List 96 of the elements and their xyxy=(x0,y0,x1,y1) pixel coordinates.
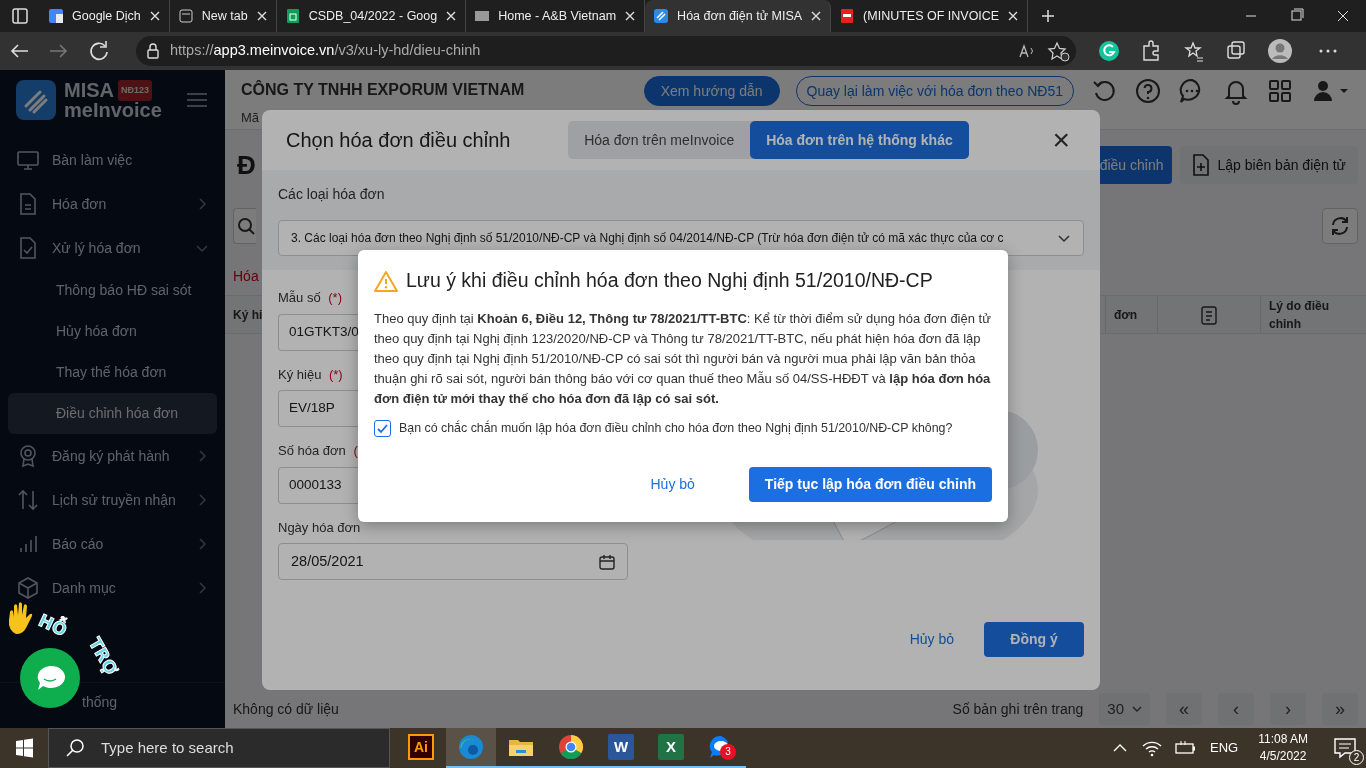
word-icon: W xyxy=(608,734,634,760)
dialog-tab[interactable]: Hóa đơn trên meInvoice xyxy=(568,121,751,159)
per-page-select[interactable]: 30 xyxy=(1099,693,1150,725)
notification-count: 2 xyxy=(1349,750,1364,765)
tax-code-label: Mã xyxy=(241,109,261,127)
sidebar-item[interactable]: Đăng ký phát hành xyxy=(0,434,225,478)
spreadsheet-icon: X xyxy=(658,734,684,760)
sidebar-item[interactable]: Báo cáo xyxy=(0,522,225,566)
guide-button[interactable]: Xem hướng dẫn xyxy=(643,76,780,106)
logo-name: MISA xyxy=(64,81,114,100)
close-icon[interactable] xyxy=(255,10,268,22)
sidebar-item[interactable]: Hóa đơn xyxy=(0,182,225,226)
address-bar[interactable]: https://app3.meinvoice.vn/v3/xu-ly-hd/dieu-chinh xyxy=(136,36,1076,66)
taskbar-app[interactable]: Ai xyxy=(396,728,446,768)
search-icon xyxy=(65,738,85,758)
checkbox[interactable] xyxy=(374,420,391,438)
sidebar-item[interactable]: Lịch sử truyền nhận xyxy=(0,478,225,522)
close-icon[interactable] xyxy=(810,10,823,22)
page-title: Đ xyxy=(236,148,256,182)
favicon-icon xyxy=(474,8,491,24)
taskbar-search-field[interactable]: Type here to search xyxy=(48,728,390,768)
notifications-icon[interactable] xyxy=(1332,735,1358,761)
company-name: CÔNG TY TNHH EXPORUM VIETNAM xyxy=(241,79,525,100)
field-label: Mẫu số (*) xyxy=(278,289,342,307)
submenu-item[interactable]: Hủy hóa đơn xyxy=(8,311,217,352)
favicon-icon xyxy=(48,8,64,24)
support-label: HỖ xyxy=(35,610,70,641)
browser-icon xyxy=(457,733,485,761)
dialog-title: Chọn hóa đơn điều chỉnh xyxy=(286,128,511,153)
pager-button[interactable]: ‹ xyxy=(1218,693,1254,725)
column-header: Lý do điều chỉnh xyxy=(1269,297,1330,333)
search-field[interactable] xyxy=(233,208,256,244)
logo-icon xyxy=(16,80,56,120)
clock-time[interactable]: 11:08 AM xyxy=(1258,731,1308,748)
language-indicator[interactable]: ENG xyxy=(1206,738,1243,758)
empty-message: Không có dữ liệu xyxy=(233,699,339,719)
field-label: Các loại hóa đơn xyxy=(278,185,386,204)
close-icon[interactable] xyxy=(148,10,161,22)
close-icon[interactable] xyxy=(1007,10,1020,22)
arrows-icon xyxy=(16,488,40,512)
taskbar-app[interactable]: W xyxy=(596,728,646,768)
apps-grid-icon[interactable] xyxy=(1266,77,1294,105)
per-page-label: Số bản ghi trên trang xyxy=(952,699,1084,719)
pager-button[interactable]: › xyxy=(1270,693,1306,725)
refresh-icon xyxy=(1329,215,1351,237)
document-icon xyxy=(1201,304,1217,325)
sidebar-item[interactable]: Xử lý hóa đơn xyxy=(0,226,225,270)
submenu-item[interactable]: Thay thế hóa đơn xyxy=(8,352,217,393)
cancel-button[interactable]: Hủy bỏ xyxy=(903,627,960,651)
taskbar-app[interactable]: 3 xyxy=(696,728,746,768)
refresh-button[interactable] xyxy=(1322,208,1358,244)
continue-button[interactable]: Tiếp tục lập hóa đơn điều chỉnh xyxy=(748,467,992,502)
warning-message: Theo quy định tại Khoản 6, Điều 12, Thông tư 78/2021/TT-BTC: Kể từ thời điểm sử dụng hóa đơn điện tử theo quy định tại Nghị định 123/2020/NĐ-CP và Thông tư 78/2021/TT-BTC, nếu phát hiện hóa đơn đã lập theo quy định tại Nghị định 51/2010/NĐ-CP có sai sót thì người bán và người mua phải lập văn bản thỏa thuận ghi rõ sai sót, người bán thông báo với cơ quan thuế theo Mẫu số 04/SS-HĐĐT và lập hóa đơn hóa đơn điện tử mới thay thế cho hóa đơn đã lập có sai sót. xyxy=(374,310,992,409)
dialog-tab[interactable]: Hóa đơn trên hệ thống khác xyxy=(750,121,969,159)
search-icon xyxy=(237,217,255,235)
favicon-icon xyxy=(839,8,856,24)
field-label: Ngày hóa đơn xyxy=(278,518,361,537)
calendar-icon xyxy=(599,553,615,570)
favicon-icon xyxy=(177,8,194,24)
submenu-item[interactable]: Điều chỉnh hóa đơn xyxy=(8,393,217,434)
checkbox-label: Bạn có chắc chắn muốn lập hóa đơn điều chỉnh cho hóa đơn theo Nghị định 51/2010/NĐ-CP không? xyxy=(399,419,953,438)
submenu-item[interactable]: Thông báo HĐ sai sót xyxy=(8,270,217,311)
confirm-button[interactable]: Đồng ý xyxy=(984,621,1084,657)
sidebar-item[interactable]: Danh mục xyxy=(0,566,225,610)
close-icon[interactable] xyxy=(445,10,458,22)
pager-button[interactable]: « xyxy=(1166,693,1202,725)
cancel-button[interactable]: Hủy bỏ xyxy=(644,473,701,496)
favicon-icon xyxy=(284,8,301,24)
list-tab[interactable]: Hóa xyxy=(233,266,259,287)
pager-button[interactable]: » xyxy=(1322,693,1358,725)
browser-tab[interactable]: Hóa đơn điện tử MISA xyxy=(645,0,832,32)
taskbar-app[interactable] xyxy=(446,728,496,768)
date-field[interactable]: 28/05/2021 xyxy=(278,543,628,580)
clock-date[interactable]: 4/5/2022 xyxy=(1259,748,1307,765)
file-plus-icon xyxy=(1191,154,1210,176)
logo-subtitle: meInvoice xyxy=(64,101,162,120)
dialog-title: Lưu ý khi điều chỉnh hóa đơn theo Nghị định 51/2010/NĐ-CP xyxy=(406,268,933,293)
sidebar-item[interactable]: Bàn làm việc xyxy=(0,138,225,182)
caret-icon xyxy=(1132,704,1142,714)
close-icon[interactable] xyxy=(624,10,637,22)
field-label: Ký hiệu (*) xyxy=(278,365,343,384)
cube-icon xyxy=(16,576,40,600)
column-header: đơn xyxy=(1114,306,1138,324)
monitor-icon xyxy=(16,148,40,172)
switch-button[interactable]: Quay lại làm việc với hóa đơn theo NĐ51 xyxy=(795,76,1074,106)
warning-icon xyxy=(374,269,398,292)
illustrator-icon: Ai xyxy=(408,734,434,760)
close-button[interactable]: × xyxy=(1046,124,1076,156)
logo-badge: NĐ123 xyxy=(118,80,152,101)
create-record-button[interactable]: Lập biên bản điện tử xyxy=(1179,146,1358,184)
browser-icon xyxy=(557,733,585,761)
favicon-icon xyxy=(653,8,670,24)
notification-badge: 3 xyxy=(720,744,736,760)
help-icon[interactable] xyxy=(1134,77,1162,105)
column-header: Ký hi xyxy=(233,306,263,324)
taskbar-app[interactable]: X xyxy=(646,728,696,768)
